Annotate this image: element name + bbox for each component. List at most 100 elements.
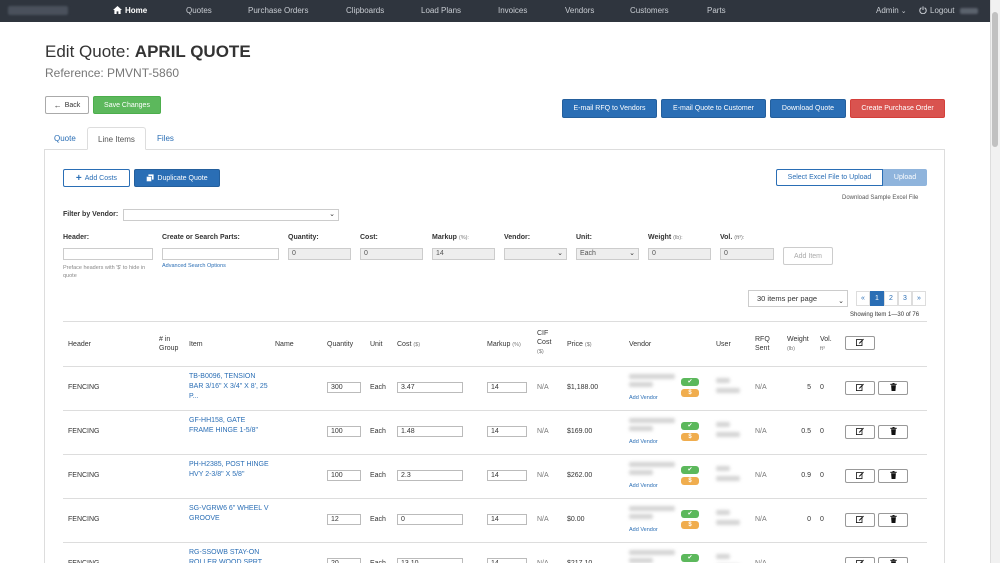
row-quantity-input[interactable]: 20 — [327, 558, 361, 563]
markup-input[interactable]: 14 — [432, 248, 495, 260]
logout-link[interactable]: Logout — [919, 0, 978, 22]
bulk-edit-button[interactable] — [845, 336, 875, 350]
pagination-page-1[interactable]: 1 — [870, 291, 884, 306]
brand-logo[interactable] — [8, 6, 68, 15]
row-vol: 0 — [820, 428, 824, 435]
row-edit-button[interactable] — [845, 557, 875, 563]
email-quote-customer-button[interactable]: E-mail Quote to Customer — [661, 99, 766, 118]
nav-customers[interactable]: Customers — [630, 0, 669, 22]
row-delete-button[interactable] — [878, 513, 908, 527]
select-excel-file-button[interactable]: Select Excel File to Upload — [776, 169, 883, 186]
download-sample-excel-link[interactable]: Download Sample Excel File — [842, 193, 918, 203]
admin-label: Admin — [876, 6, 899, 15]
row-weight: 0 — [807, 516, 811, 523]
row-weight: 5 — [807, 384, 811, 391]
nav-clipboards[interactable]: Clipboards — [346, 0, 384, 22]
nav-load-plans[interactable]: Load Plans — [421, 0, 461, 22]
advanced-search-link[interactable]: Advanced Search Options — [162, 262, 226, 270]
dollar-icon[interactable]: $ — [681, 521, 699, 529]
email-rfq-button[interactable]: E-mail RFQ to Vendors — [562, 99, 657, 118]
nav-invoices[interactable]: Invoices — [498, 0, 527, 22]
row-item-link[interactable]: SG-VGRW6 6" WHEEL V GROOVE — [189, 504, 271, 524]
weight-input[interactable]: 0 — [648, 248, 711, 260]
scrollbar-thumb[interactable] — [992, 12, 998, 147]
markup-label: Markup (%): — [432, 234, 469, 241]
row-cost-input[interactable]: 3.47 — [397, 382, 463, 393]
parts-search-input[interactable] — [162, 248, 279, 260]
row-edit-button[interactable] — [845, 513, 875, 527]
tab-line-items[interactable]: Line Items — [87, 127, 146, 150]
row-markup-input[interactable]: 14 — [487, 382, 527, 393]
row-item-link[interactable]: TB-B0096, TENSION BAR 3/16" X 3/4" X 8',… — [189, 372, 271, 402]
row-cost-input[interactable]: 1.48 — [397, 426, 463, 437]
tab-files[interactable]: Files — [147, 127, 184, 150]
pagination-next[interactable]: » — [912, 291, 926, 306]
duplicate-quote-button[interactable]: Duplicate Quote — [134, 169, 220, 187]
check-icon[interactable]: ✔ — [681, 422, 699, 430]
check-icon[interactable]: ✔ — [681, 378, 699, 386]
row-user-detail-blurred — [716, 476, 740, 481]
dollar-icon[interactable]: $ — [681, 389, 699, 397]
create-purchase-order-button[interactable]: Create Purchase Order — [850, 99, 945, 118]
row-delete-button[interactable] — [878, 557, 908, 563]
row-markup-input[interactable]: 14 — [487, 558, 527, 563]
dollar-icon[interactable]: $ — [681, 433, 699, 441]
row-user-blurred — [716, 422, 730, 427]
row-edit-button[interactable] — [845, 425, 875, 439]
upload-button[interactable]: Upload — [883, 169, 927, 186]
row-quantity-input[interactable]: 100 — [327, 470, 361, 481]
row-quantity-input[interactable]: 100 — [327, 426, 361, 437]
pagination-page-2[interactable]: 2 — [884, 291, 898, 306]
check-icon[interactable]: ✔ — [681, 554, 699, 562]
quantity-input[interactable]: 0 — [288, 248, 351, 260]
back-button[interactable]: ← Back — [45, 96, 89, 114]
row-markup-input[interactable]: 14 — [487, 426, 527, 437]
nav-home[interactable]: Home — [113, 0, 147, 22]
filter-vendor-select[interactable]: ⌄ — [123, 209, 339, 221]
page-scrollbar[interactable] — [990, 0, 1000, 563]
add-item-button[interactable]: Add Item — [783, 247, 833, 265]
pagination-page-3[interactable]: 3 — [898, 291, 912, 306]
unit-select[interactable]: Each ⌄ — [576, 248, 639, 260]
nav-quotes[interactable]: Quotes — [186, 0, 212, 22]
row-markup-input[interactable]: 14 — [487, 514, 527, 525]
save-changes-button[interactable]: Save Changes — [93, 96, 161, 114]
header-input[interactable] — [63, 248, 153, 260]
add-vendor-link[interactable]: Add Vendor — [629, 483, 658, 489]
admin-menu[interactable]: Admin ⌄ — [876, 0, 907, 22]
vendor-select[interactable]: ⌄ — [504, 248, 567, 260]
parts-label: Create or Search Parts: — [162, 234, 240, 241]
col-rfq-sent: RFQ Sent — [755, 336, 770, 352]
row-delete-button[interactable] — [878, 381, 908, 395]
items-per-page-select[interactable]: 30 items per page ⌄ — [748, 290, 848, 307]
nav-vendors[interactable]: Vendors — [565, 0, 594, 22]
row-price: $169.00 — [567, 428, 593, 435]
row-quantity-input[interactable]: 12 — [327, 514, 361, 525]
pagination-prev[interactable]: « — [856, 291, 870, 306]
nav-parts[interactable]: Parts — [707, 0, 726, 22]
row-edit-button[interactable] — [845, 381, 875, 395]
check-icon[interactable]: ✔ — [681, 466, 699, 474]
add-costs-button[interactable]: + Add Costs — [63, 169, 130, 187]
add-vendor-link[interactable]: Add Vendor — [629, 527, 658, 533]
row-cost-input[interactable]: 2.3 — [397, 470, 463, 481]
row-cost-input[interactable]: 13.10 — [397, 558, 463, 563]
row-item-link[interactable]: RG-SSOWB STAY-ON ROLLER WOOD SPRT — [189, 548, 271, 563]
row-delete-button[interactable] — [878, 469, 908, 483]
row-quantity-input[interactable]: 300 — [327, 382, 361, 393]
row-cost-input[interactable]: 0 — [397, 514, 463, 525]
row-item-link[interactable]: GF-HH158, GATE FRAME HINGE 1-5/8" — [189, 416, 271, 436]
add-vendor-link[interactable]: Add Vendor — [629, 439, 658, 445]
dollar-icon[interactable]: $ — [681, 477, 699, 485]
row-markup-input[interactable]: 14 — [487, 470, 527, 481]
row-edit-button[interactable] — [845, 469, 875, 483]
row-delete-button[interactable] — [878, 425, 908, 439]
row-item-link[interactable]: PH-H2385, POST HINGE HVY 2-3/8" X 5/8" — [189, 460, 271, 480]
vol-input[interactable]: 0 — [720, 248, 774, 260]
download-quote-button[interactable]: Download Quote — [770, 99, 846, 118]
nav-purchase-orders[interactable]: Purchase Orders — [248, 0, 308, 22]
cost-input[interactable]: 0 — [360, 248, 423, 260]
tab-quote[interactable]: Quote — [44, 127, 86, 150]
check-icon[interactable]: ✔ — [681, 510, 699, 518]
add-vendor-link[interactable]: Add Vendor — [629, 395, 658, 401]
